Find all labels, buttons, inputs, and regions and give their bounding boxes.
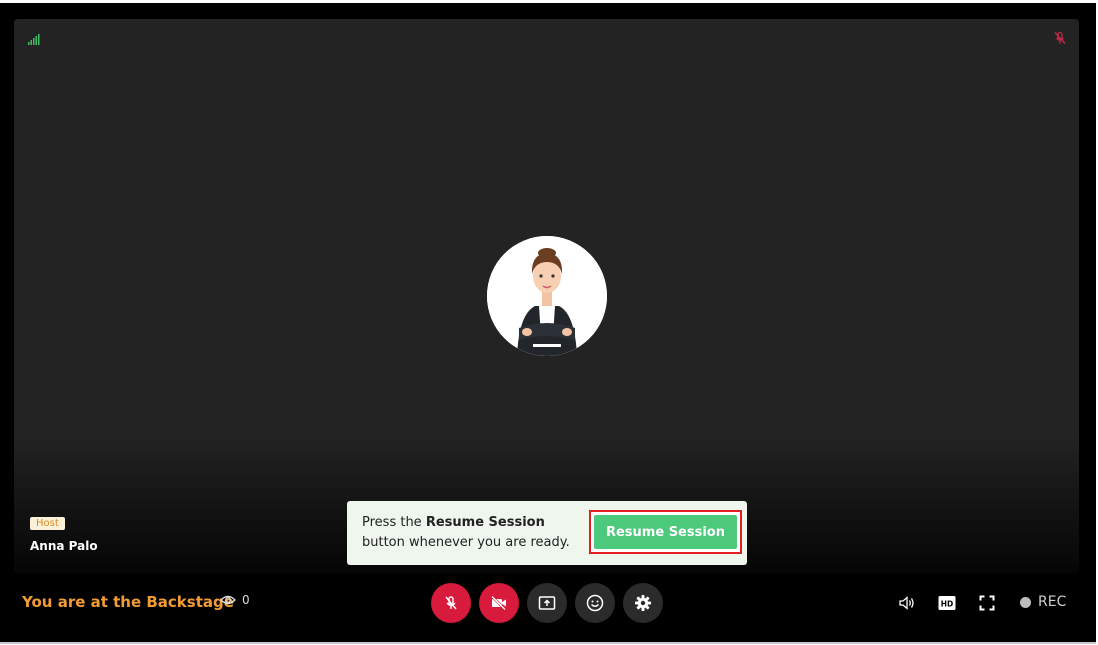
fullscreen-button[interactable] xyxy=(978,594,996,612)
screen-share-button[interactable] xyxy=(527,583,567,623)
reactions-button[interactable] xyxy=(575,583,615,623)
resume-session-button[interactable]: Resume Session xyxy=(589,510,742,554)
volume-icon xyxy=(899,596,914,610)
session-frame: Host Anna Palo Press the Resume Session … xyxy=(0,3,1096,644)
host-badge: Host xyxy=(30,517,65,530)
participant-avatar xyxy=(487,236,607,356)
participant-name: Anna Palo xyxy=(30,539,98,553)
emoji-icon xyxy=(586,594,604,612)
viewer-count: 0 xyxy=(220,593,250,607)
resume-session-label: Resume Session xyxy=(594,515,737,549)
mute-mic-button[interactable] xyxy=(431,583,471,623)
svg-text:HD: HD xyxy=(941,600,954,609)
video-off-icon xyxy=(491,595,506,611)
video-stage: Host Anna Palo xyxy=(14,19,1079,573)
gear-icon xyxy=(635,595,651,611)
eye-icon xyxy=(220,595,236,605)
viewer-count-value: 0 xyxy=(242,593,250,607)
signal-icon xyxy=(28,34,40,45)
hd-quality-button[interactable]: HD xyxy=(938,594,956,612)
video-toggle-button[interactable] xyxy=(479,583,519,623)
screen-share-icon xyxy=(538,596,556,610)
record-indicator[interactable]: REC xyxy=(1020,594,1066,610)
mic-off-icon xyxy=(445,596,457,610)
avatar-illustration xyxy=(487,236,607,356)
record-dot-icon xyxy=(1020,596,1031,608)
notice-text-prefix: Press the xyxy=(362,515,426,530)
mic-off-icon xyxy=(1054,31,1066,44)
backstage-status: You are at the Backstage xyxy=(22,593,234,611)
record-label: REC xyxy=(1038,594,1067,610)
notice-text-bold: Resume Session xyxy=(425,515,545,530)
notice-text: Press the Resume Session button whenever… xyxy=(362,513,584,553)
resume-notice: Press the Resume Session button whenever… xyxy=(347,501,747,565)
hd-icon: HD xyxy=(938,596,956,610)
notice-text-suffix: button whenever you are ready. xyxy=(362,535,570,550)
fullscreen-icon xyxy=(979,595,995,611)
volume-button[interactable] xyxy=(898,594,916,612)
settings-button[interactable] xyxy=(623,583,663,623)
control-bar: You are at the Backstage 0 HD REC xyxy=(0,577,1096,631)
